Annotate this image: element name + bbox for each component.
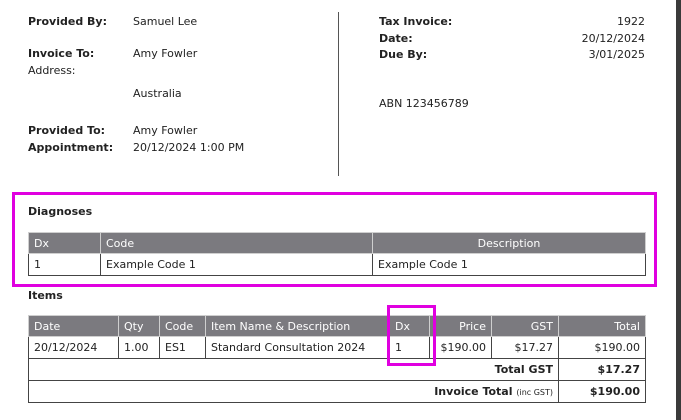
item-qty-cell: 1.00: [118, 336, 160, 359]
diag-description-cell: Example Code 1: [372, 253, 646, 276]
diag-col-code: Code: [100, 232, 373, 254]
items-col-code: Code: [159, 315, 206, 337]
items-col-date: Date: [28, 315, 119, 337]
invoice-total-value: $190.00: [558, 380, 646, 403]
total-gst-row: Total GST $17.27: [28, 358, 646, 381]
abn-text: ABN 123456789: [379, 97, 469, 110]
provided-by-label: Provided By:: [28, 15, 107, 28]
diagnoses-table: Dx Code Description 1 Example Code 1 Exa…: [28, 232, 646, 276]
diag-code-cell: Example Code 1: [100, 253, 373, 276]
item-code-cell: ES1: [159, 336, 206, 359]
diag-col-description: Description: [372, 232, 646, 254]
tax-invoice-value: 1922: [617, 15, 645, 28]
header-divider: [338, 12, 339, 176]
tax-invoice-label: Tax Invoice:: [379, 15, 453, 28]
appointment-value: 20/12/2024 1:00 PM: [133, 141, 245, 154]
items-col-gst: GST: [491, 315, 559, 337]
invoice-to-value: Amy Fowler: [133, 47, 198, 60]
item-name-cell: Standard Consultation 2024: [205, 336, 390, 359]
total-gst-label: Total GST: [28, 358, 559, 381]
appointment-label: Appointment:: [28, 141, 114, 154]
dx-column-highlight: [387, 305, 436, 366]
invoice-to-label: Invoice To:: [28, 47, 95, 60]
diagnoses-header-row: Dx Code Description: [28, 232, 646, 254]
provided-to-value: Amy Fowler: [133, 124, 198, 137]
invoice-total-row: Invoice Total (inc GST) $190.00: [28, 380, 646, 403]
items-col-total: Total: [558, 315, 646, 337]
invoice-total-label-cell: Invoice Total (inc GST): [28, 380, 559, 403]
address-country: Australia: [133, 87, 182, 100]
items-title: Items: [28, 289, 63, 302]
item-gst-cell: $17.27: [491, 336, 559, 359]
invoice-total-note: (inc GST): [516, 388, 553, 397]
items-table: Date Qty Code Item Name & Description Dx…: [28, 315, 646, 403]
diagnoses-title: Diagnoses: [28, 205, 93, 218]
item-total-cell: $190.00: [558, 336, 646, 359]
provided-by-value: Samuel Lee: [133, 15, 198, 28]
address-label: Address:: [28, 64, 76, 77]
invoice-total-label: Invoice Total: [434, 385, 513, 398]
diag-dx-cell: 1: [28, 253, 101, 276]
items-header-row: Date Qty Code Item Name & Description Dx…: [28, 315, 646, 337]
item-date-cell: 20/12/2024: [28, 336, 119, 359]
items-col-qty: Qty: [118, 315, 160, 337]
items-col-name: Item Name & Description: [205, 315, 390, 337]
items-col-price: Price: [429, 315, 492, 337]
item-price-cell: $190.00: [429, 336, 492, 359]
scrollbar[interactable]: [676, 0, 681, 420]
due-by-value: 3/01/2025: [588, 48, 645, 61]
total-gst-value: $17.27: [558, 358, 646, 381]
date-label: Date:: [379, 32, 413, 45]
table-row: 1 Example Code 1 Example Code 1: [28, 253, 646, 276]
diag-col-dx: Dx: [28, 232, 101, 254]
date-value: 20/12/2024: [581, 32, 645, 45]
table-row: 20/12/2024 1.00 ES1 Standard Consultatio…: [28, 336, 646, 359]
due-by-label: Due By:: [379, 48, 428, 61]
provided-to-label: Provided To:: [28, 124, 106, 137]
